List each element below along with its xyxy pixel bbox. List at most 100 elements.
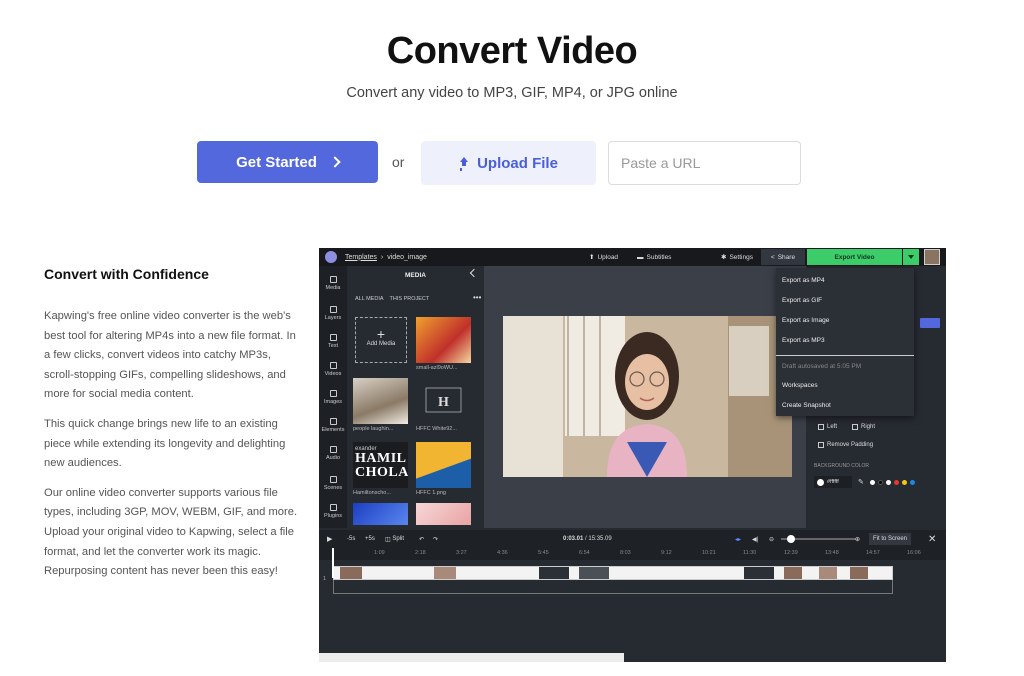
video-preview — [503, 316, 792, 477]
media-thumb — [353, 378, 408, 424]
editor-share-button: < Share — [761, 249, 805, 265]
scrollbar — [319, 653, 624, 662]
track-frame — [539, 567, 569, 579]
rail-label: Layers — [324, 315, 342, 321]
bg-color-label: BACKGROUND COLOR — [814, 463, 870, 469]
checkbox — [818, 442, 824, 448]
page-subtitle: Convert any video to MP3, GIF, MP4, or J… — [346, 85, 678, 101]
add-media-button: + Add Media — [355, 317, 407, 363]
media-thumb-caption: HFFC 1.png — [416, 490, 446, 496]
align-left-option: Left — [818, 424, 837, 430]
rail-item-plugins: Plugins — [319, 504, 347, 519]
breadcrumb-separator: › — [380, 253, 384, 261]
avatar — [924, 249, 940, 265]
align-right-option: Right — [852, 424, 875, 430]
ruler-tick: 12:39 — [784, 550, 798, 556]
rail-item-elements: Elements — [319, 418, 347, 433]
ruler-tick: 3:27 — [456, 550, 467, 556]
rail-label: Videos — [324, 371, 342, 377]
editor-settings-label: Settings — [729, 253, 753, 261]
ruler-tick: 5:45 — [538, 550, 549, 556]
time-readout: 0:03.01 / 15:35.09 — [563, 530, 612, 548]
ruler-tick: 2:18 — [415, 550, 426, 556]
media-thumb — [353, 503, 408, 525]
track-frame — [340, 567, 362, 579]
ruler-tick: 16:06 — [907, 550, 921, 556]
track-frame — [819, 567, 837, 579]
rail-item-media: Media — [319, 276, 347, 291]
color-swatch — [894, 480, 899, 485]
image-icon — [329, 390, 337, 397]
content-paragraph: This quick change brings new life to an … — [44, 417, 286, 470]
track-number: 1 — [323, 576, 327, 582]
color-dot — [817, 478, 824, 486]
content-paragraph: Kapwing's free online video converter is… — [44, 310, 296, 401]
audio-icon — [329, 446, 337, 453]
forward-button: +5s — [365, 536, 375, 542]
divider — [776, 355, 914, 356]
rail-label: Media — [325, 285, 341, 291]
autosave-status: Draft autosaved at 5:05 PM — [782, 363, 862, 370]
media-thumb — [416, 317, 471, 363]
gear-icon: ✱ — [721, 254, 727, 261]
ruler-tick: 4:36 — [497, 550, 508, 556]
editor-upload-button: ⬆ Upload — [589, 248, 618, 266]
rail-item-audio: Audio — [319, 446, 347, 461]
breadcrumb-current: video_image — [387, 253, 427, 261]
ruler-tick: 9:12 — [661, 550, 672, 556]
remove-padding-label: Remove Padding — [827, 442, 874, 448]
split-icon: ◫ — [385, 536, 391, 543]
add-media-label: Add Media — [366, 341, 396, 347]
page: Convert Video Convert any video to MP3, … — [0, 0, 1024, 676]
content-heading: Convert with Confidence — [44, 266, 209, 282]
color-swatch — [886, 480, 891, 485]
media-icon — [329, 276, 337, 283]
rail-item-scenes: Scenes — [319, 476, 347, 491]
plus-icon: + — [376, 326, 386, 342]
skip-icon: ◂▸ — [735, 536, 742, 543]
media-thumb: exander HAMIL CHOLAI — [353, 442, 408, 488]
subtitles-icon: ▬ — [637, 253, 644, 261]
tab-all-media: ALL MEDIA — [355, 296, 384, 302]
volume-icon: ◀| — [752, 536, 759, 543]
export-image-item: Export as Image — [782, 317, 830, 324]
ruler-tick: 13:48 — [825, 550, 839, 556]
bg-color-input: #ffffff — [814, 476, 852, 488]
editor-share-label: Share — [777, 253, 796, 261]
media-thumb — [416, 503, 471, 525]
zoom-slider-handle — [787, 535, 795, 543]
play-icon: ▶ — [327, 536, 333, 543]
export-mp4-item: Export as MP4 — [782, 277, 825, 284]
fit-to-screen-button: Fit to Screen — [869, 533, 912, 545]
editor-canvas — [484, 266, 806, 528]
upload-file-button[interactable]: Upload File — [421, 141, 596, 185]
split-label: Split — [392, 536, 405, 542]
thumb-text: HAMIL — [355, 451, 407, 466]
export-mp3-item: Export as MP3 — [782, 337, 825, 344]
media-thumb-caption: small-azl9oWU... — [416, 365, 458, 371]
media-tabs: ALL MEDIA THIS PROJECT — [355, 296, 435, 302]
zoom-slider — [781, 530, 856, 548]
media-panel: MEDIA ALL MEDIA THIS PROJECT ••• + Add Med… — [347, 266, 484, 528]
content-paragraph: Our online video converter supports vari… — [44, 486, 298, 578]
url-input[interactable] — [608, 141, 801, 185]
track-frame — [579, 567, 609, 579]
rail-item-images: Images — [319, 390, 347, 405]
get-started-button[interactable]: Get Started — [197, 141, 378, 183]
media-thumb-caption: people laughin... — [353, 426, 394, 432]
scenes-icon — [329, 476, 337, 483]
rail-label: Plugins — [323, 513, 343, 519]
media-thumb-caption: Hamiltonscho... — [353, 490, 391, 496]
upload-file-label: Upload File — [477, 154, 558, 172]
close-icon: ✕ — [928, 533, 937, 545]
timeline-toolbar: ▶ -5s +5s ◫ Split ↶ ↷ 0:03.01 / 15:35.09… — [319, 530, 946, 548]
chevron-right-icon — [329, 156, 341, 168]
video-icon — [329, 362, 337, 369]
bg-hex-value: #ffffff — [827, 479, 839, 485]
time-current: 0:03.01 — [563, 536, 584, 542]
checkbox — [852, 424, 858, 430]
color-swatch — [878, 480, 883, 485]
or-text: or — [392, 154, 405, 170]
layers-icon — [329, 306, 337, 313]
rail-item-text: Text — [319, 334, 347, 349]
